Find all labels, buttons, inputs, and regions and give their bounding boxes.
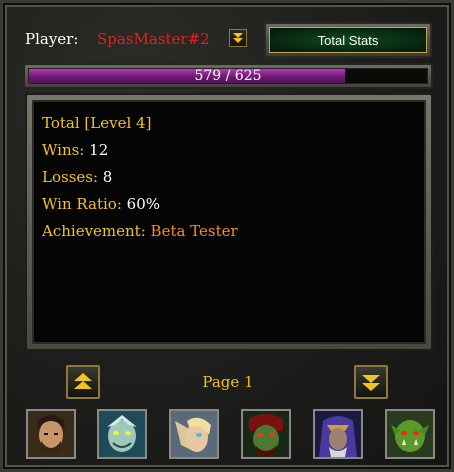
- orc-warlock-icon: [243, 411, 289, 457]
- double-chevron-down-icon: [362, 375, 380, 391]
- win-ratio-label: Win Ratio:: [42, 195, 122, 213]
- losses-value: 8: [102, 168, 113, 186]
- achievement-line: Achievement: Beta Tester: [42, 218, 416, 245]
- win-ratio-value: 60%: [126, 195, 160, 213]
- experience-track: 579 / 625: [28, 68, 428, 84]
- stats-content: Total [Level 4] Wins: 12 Losses: 8 Win R…: [32, 100, 426, 344]
- wins-value: 12: [89, 141, 109, 159]
- player-dropdown-button[interactable]: [229, 29, 247, 47]
- player-name[interactable]: SpasMaster#2: [97, 30, 210, 48]
- stats-title: Total: [42, 114, 80, 132]
- wins-line: Wins: 12: [42, 137, 416, 164]
- achievement-label: Achievement:: [42, 222, 146, 240]
- blood-elf-icon: [171, 411, 217, 457]
- page-up-button[interactable]: [66, 365, 100, 399]
- win-ratio-line: Win Ratio: 60%: [42, 191, 416, 218]
- experience-bar: 579 / 625: [23, 63, 433, 89]
- losses-label: Losses:: [42, 168, 99, 186]
- hero-portrait-orc-warlock[interactable]: [241, 409, 291, 459]
- total-stats-button[interactable]: Total Stats: [264, 22, 432, 58]
- stats-panel: Total [Level 4] Wins: 12 Losses: 8 Win R…: [25, 93, 433, 351]
- chevron-down-icon: [233, 33, 243, 43]
- double-chevron-up-icon: [74, 373, 92, 389]
- stats-title-line: Total [Level 4]: [42, 110, 416, 137]
- wins-label: Wins:: [42, 141, 85, 159]
- player-label: Player:: [25, 30, 79, 48]
- stats-window: Player: SpasMaster#2 Total Stats 579 / 6…: [0, 0, 454, 472]
- hero-portrait-orc-grunt[interactable]: [385, 409, 435, 459]
- hooded-mage-icon: [315, 411, 361, 457]
- losses-line: Losses: 8: [42, 164, 416, 191]
- page-number: Page 1: [202, 373, 254, 391]
- orc-grunt-icon: [387, 411, 433, 457]
- achievement-value: Beta Tester: [150, 222, 238, 240]
- total-stats-label: Total Stats: [269, 27, 427, 53]
- hero-portrait-hooded-mage[interactable]: [313, 409, 363, 459]
- naga-icon: [99, 411, 145, 457]
- level-badge: [Level 4]: [84, 114, 152, 132]
- hero-portrait-naga[interactable]: [97, 409, 147, 459]
- hero-portrait-blood-elf[interactable]: [169, 409, 219, 459]
- page-down-button[interactable]: [354, 365, 388, 399]
- hero-portrait-human-hero[interactable]: [26, 409, 76, 459]
- human-hero-icon: [28, 411, 74, 457]
- experience-text: 579 / 625: [194, 68, 262, 84]
